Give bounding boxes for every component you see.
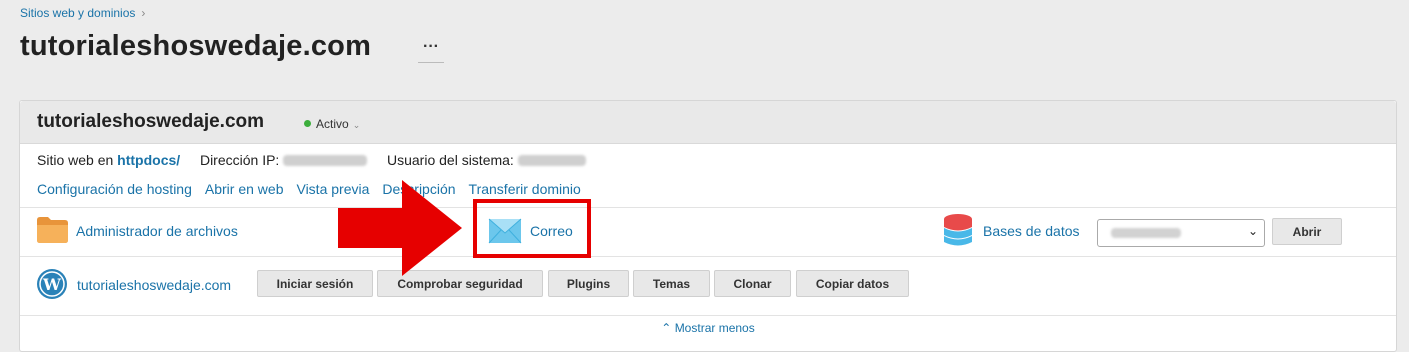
divider — [20, 207, 1396, 208]
link-open-web[interactable]: Abrir en web — [205, 181, 284, 197]
ip-label: Dirección IP: — [199, 152, 280, 168]
breadcrumb: Sitios web y dominios › — [20, 6, 145, 20]
domain-name: tutorialeshoswedaje.com — [37, 111, 265, 132]
chevron-right-icon: › — [141, 6, 146, 20]
link-hosting-settings[interactable]: Configuración de hosting — [37, 181, 192, 197]
database-select[interactable]: ⌄ — [1097, 219, 1265, 247]
show-less-label: Mostrar menos — [674, 321, 755, 335]
divider — [20, 256, 1396, 257]
more-options-button[interactable]: ··· — [418, 38, 444, 63]
system-user-value-redacted — [517, 155, 586, 166]
file-manager-label: Administrador de archivos — [76, 223, 238, 239]
databases-label: Bases de datos — [983, 223, 1080, 239]
link-transfer-domain[interactable]: Transferir dominio — [469, 181, 581, 197]
show-less-toggle[interactable]: ⌃ Mostrar menos — [20, 321, 1396, 335]
clone-button[interactable]: Clonar — [714, 270, 791, 297]
red-highlight-box — [473, 199, 591, 258]
panel-header: tutorialeshoswedaje.com Activo ⌄ — [20, 101, 1396, 144]
chevron-down-icon: ⌄ — [1247, 224, 1258, 238]
system-user-label: Usuario del sistema: — [386, 152, 514, 168]
svg-text:W: W — [42, 275, 62, 294]
site-path-link[interactable]: httpdocs/ — [117, 152, 180, 168]
folder-icon — [37, 217, 68, 243]
status-dropdown[interactable]: Activo ⌄ — [304, 117, 360, 131]
database-select-value-redacted — [1111, 228, 1181, 238]
wordpress-site-label: tutorialeshoswedaje.com — [77, 277, 232, 293]
site-prefix-label: Sitio web en — [37, 152, 114, 168]
themes-button[interactable]: Temas — [633, 270, 710, 297]
ip-value-redacted — [283, 155, 368, 166]
copy-data-button[interactable]: Copiar datos — [796, 270, 909, 297]
domain-info-row: Sitio web en httpdocs/ Dirección IP: Usu… — [37, 152, 586, 168]
open-database-button[interactable]: Abrir — [1272, 218, 1342, 245]
wordpress-icon: W — [37, 269, 67, 299]
plugins-button[interactable]: Plugins — [548, 270, 629, 297]
breadcrumb-link[interactable]: Sitios web y dominios — [20, 6, 135, 20]
domain-links: Configuración de hosting Abrir en web Vist… — [37, 181, 594, 197]
chevron-down-icon: ⌄ — [352, 120, 361, 130]
top-header: Sitios web y dominios › tutorialeshosweda… — [0, 0, 1409, 86]
database-icon — [944, 214, 972, 246]
chevron-up-icon: ⌃ — [661, 321, 672, 335]
status-dot-icon — [304, 120, 311, 127]
page-title: tutorialeshoswedaje.com — [20, 30, 372, 62]
domain-panel: tutorialeshoswedaje.com Activo ⌄ Sitio we… — [19, 100, 1397, 352]
status-label: Activo — [316, 117, 349, 131]
divider — [20, 315, 1396, 316]
red-arrow-annotation — [338, 180, 462, 276]
